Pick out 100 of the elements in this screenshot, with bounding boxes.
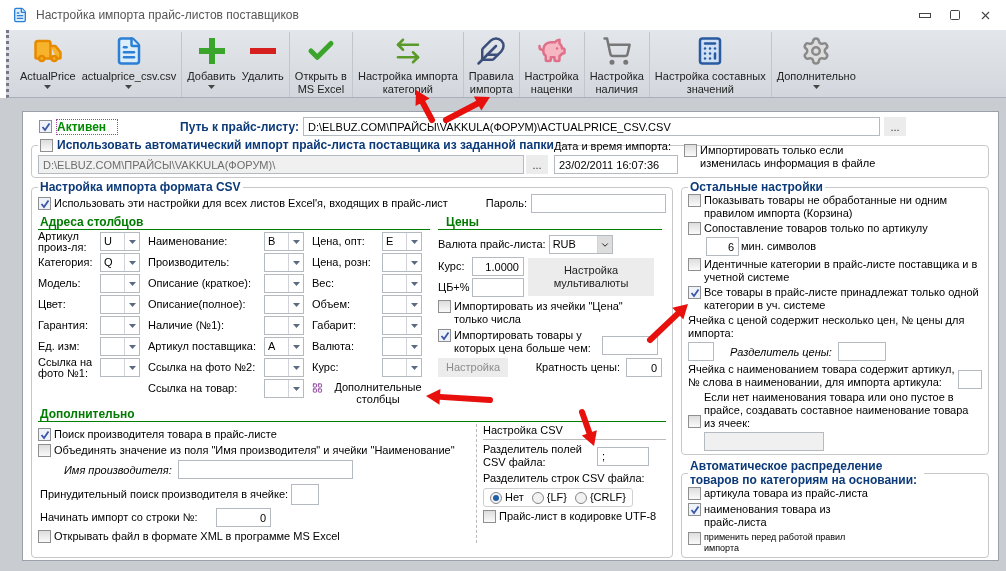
checkbox[interactable] [38, 197, 51, 210]
toolbar-button[interactable]: Дополнительно [773, 32, 859, 97]
column-dropdown[interactable] [100, 316, 140, 335]
caret-icon [128, 302, 136, 307]
checkbox[interactable] [438, 300, 451, 313]
checkbox[interactable] [38, 444, 51, 457]
column-dropdown[interactable] [264, 358, 304, 377]
checkbox-label: артикула товара из прайс-листа [704, 487, 869, 500]
checkbox[interactable] [39, 120, 52, 133]
group-title: Использовать автоматический импорт прайс-листа поставщика из заданной папки [57, 138, 554, 152]
column-dropdown[interactable] [264, 295, 304, 314]
column-dropdown[interactable]: B [264, 232, 304, 251]
column-dropdown[interactable]: Q [100, 253, 140, 272]
toolbar-button[interactable]: Открыть в MS Excel [291, 32, 350, 97]
article-word-field[interactable] [958, 370, 982, 389]
field-separator-label: Разделитель полей CSV файла: [483, 443, 583, 469]
rate-field[interactable]: 1.0000 [472, 257, 524, 276]
path-field[interactable]: D:\ELBUZ.COM\ПРАЙСЫ\VAKKULA(ФОРУМ)\ACTUALPRICE_CSV.CSV [303, 117, 881, 136]
checkbox[interactable] [40, 138, 53, 152]
checkbox[interactable] [688, 532, 701, 545]
multiplicity-label: Кратность цены: [535, 361, 620, 374]
column-dropdown[interactable] [264, 274, 304, 293]
price-separator-label: Разделитель цены: [730, 345, 832, 358]
compose-name-label: Если нет наименования товара или оно пустое в прайсе, создавать составное наименование товара из ячеек: [704, 391, 969, 430]
toolbar-button[interactable]: Настройка импорта категорий [354, 32, 461, 97]
toolbar-button[interactable]: actualprice_csv.csv [78, 32, 180, 97]
forced-search-field[interactable] [291, 484, 320, 505]
maker-name-field[interactable] [177, 460, 353, 479]
maximize-icon[interactable] [949, 9, 961, 21]
caret-icon [410, 323, 418, 328]
column-dropdown[interactable] [382, 274, 422, 293]
checkbox[interactable] [688, 222, 701, 235]
column-dropdown[interactable]: U [100, 232, 140, 251]
column-label: Габарит: [312, 320, 357, 331]
column-dropdown[interactable] [264, 316, 304, 335]
checkbox[interactable] [688, 194, 701, 207]
column-label: Цена, опт: [312, 236, 366, 247]
column-dropdown[interactable] [100, 358, 140, 377]
radio-button[interactable] [531, 491, 544, 504]
min-chars-field[interactable]: 6 [706, 237, 739, 256]
column-label: Гарантия: [38, 320, 89, 331]
radio-label: Нет [505, 491, 524, 504]
multicurrency-button[interactable]: Настройка мультивалюты [528, 258, 654, 296]
column-dropdown[interactable] [264, 379, 304, 398]
toolbar-button[interactable]: ActualPrice [17, 32, 79, 97]
toolbar-button[interactable]: Настройка составных значений [651, 32, 769, 97]
column-dropdown[interactable]: A [264, 337, 304, 356]
caret-icon [44, 85, 52, 89]
column-dropdown[interactable] [264, 253, 304, 272]
min-price-field[interactable] [602, 336, 658, 355]
column-dropdown[interactable]: E [382, 232, 422, 251]
column-dropdown[interactable] [100, 295, 140, 314]
currency-dropdown[interactable]: RUB [548, 235, 613, 254]
checkbox-label: применить перед работой правил импорта [704, 532, 847, 554]
multiplicity-field[interactable]: 0 [626, 358, 662, 377]
app-icon [12, 7, 28, 23]
checkbox[interactable] [688, 487, 701, 500]
checkbox[interactable] [438, 329, 451, 342]
checkbox[interactable] [38, 428, 51, 441]
toolbar-button[interactable]: Настройка наличия [586, 32, 647, 97]
column-dropdown[interactable] [100, 337, 140, 356]
date-field[interactable]: 23/02/2011 16:07:36 [554, 155, 678, 174]
checkbox[interactable] [688, 414, 701, 428]
browse-button[interactable]: ... [526, 155, 548, 174]
radio-button[interactable] [490, 491, 502, 504]
price-separator-field[interactable] [837, 342, 886, 361]
toolbar-button[interactable]: Удалить [238, 32, 287, 97]
toolbar-button[interactable]: Правила импорта [465, 32, 517, 97]
column-dropdown[interactable] [382, 358, 422, 377]
group-title: Остальные настройки [690, 180, 823, 194]
cb-field[interactable] [472, 278, 524, 297]
checkbox[interactable] [684, 144, 697, 157]
password-field[interactable] [531, 194, 666, 213]
toolbar-button[interactable]: Настройка наценки [521, 32, 582, 97]
column-label: Наименование: [148, 236, 229, 247]
checkbox[interactable] [483, 510, 496, 523]
checkbox[interactable] [688, 503, 701, 516]
checkbox-label: Все товары в прайс-листе принадлежат только одной категории в уч. системе [704, 286, 980, 312]
browse-button[interactable]: ... [884, 117, 907, 136]
checkbox[interactable] [688, 286, 701, 299]
caret-icon [410, 365, 418, 370]
column-label: Валюта: [312, 341, 355, 352]
minimize-icon[interactable] [919, 12, 931, 18]
price-number-field[interactable] [688, 342, 714, 361]
column-dropdown[interactable] [382, 295, 422, 314]
column-label: Категория: [38, 257, 94, 268]
field-separator-field[interactable]: ; [597, 446, 649, 466]
currency-label: Валюта прайс-листа: [438, 238, 546, 251]
column-dropdown[interactable] [100, 274, 140, 293]
column-dropdown[interactable] [382, 316, 422, 335]
compose-cells-field[interactable] [704, 432, 824, 451]
checkbox[interactable] [38, 530, 51, 543]
toolbar-button[interactable]: Добавить [184, 32, 239, 97]
column-dropdown[interactable] [382, 253, 422, 272]
radio-button[interactable] [574, 491, 587, 504]
checkbox[interactable] [688, 258, 701, 271]
start-row-field[interactable]: 0 [216, 508, 271, 527]
extra-columns-button[interactable]: Дополнительные столбцы [312, 381, 430, 405]
column-dropdown[interactable] [382, 337, 422, 356]
checkbox-label: Сопоставление товаров только по артикулу [704, 222, 928, 235]
